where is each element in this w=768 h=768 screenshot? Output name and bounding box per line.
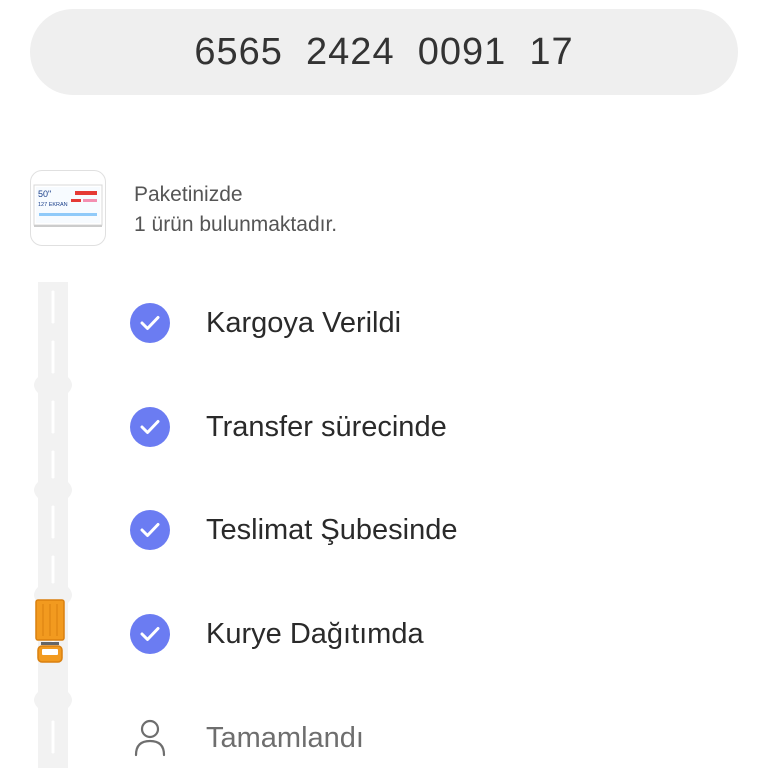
step-transfer-surecinde: Transfer sürecinde — [130, 405, 447, 449]
step-label: Teslimat Şubesinde — [206, 513, 458, 546]
package-title: Paketinizde — [134, 183, 243, 206]
step-tamamlandi: Tamamlandı — [130, 716, 364, 760]
product-thumbnail[interactable]: 50" 127 EKRAN — [30, 170, 106, 246]
step-label: Transfer sürecinde — [206, 410, 447, 443]
thumb-screen-text: 127 EKRAN — [38, 202, 68, 208]
package-info: Paketinizde 1 ürün bulunmaktadır. — [134, 180, 337, 240]
thumb-size-text: 50" — [38, 189, 51, 199]
step-label: Kargoya Verildi — [206, 306, 402, 339]
check-icon — [130, 614, 170, 654]
tracking-number: 6565 2424 0091 17 — [194, 30, 574, 73]
package-summary[interactable]: 50" 127 EKRAN Paketinizde 1 ürün bulunma… — [30, 170, 337, 246]
step-kargoya-verildi: Kargoya Verildi — [130, 301, 401, 345]
tracking-number-field[interactable]: 6565 2424 0091 17 — [30, 9, 738, 95]
road-track — [34, 282, 72, 768]
person-icon — [130, 718, 170, 758]
check-icon — [130, 510, 170, 550]
delivery-truck-icon — [34, 598, 66, 669]
check-icon — [130, 303, 170, 343]
step-label: Tamamlandı — [206, 721, 364, 754]
step-teslimat-subesinde: Teslimat Şubesinde — [130, 508, 457, 552]
step-kurye-dagitimda: Kurye Dağıtımda — [130, 612, 424, 656]
tracking-screen: 6565 2424 0091 17 50" 127 EKRAN Paketini… — [0, 0, 768, 768]
check-icon — [130, 407, 170, 447]
step-label: Kurye Dağıtımda — [206, 617, 424, 650]
package-subtitle: 1 ürün bulunmaktadır. — [134, 213, 338, 236]
